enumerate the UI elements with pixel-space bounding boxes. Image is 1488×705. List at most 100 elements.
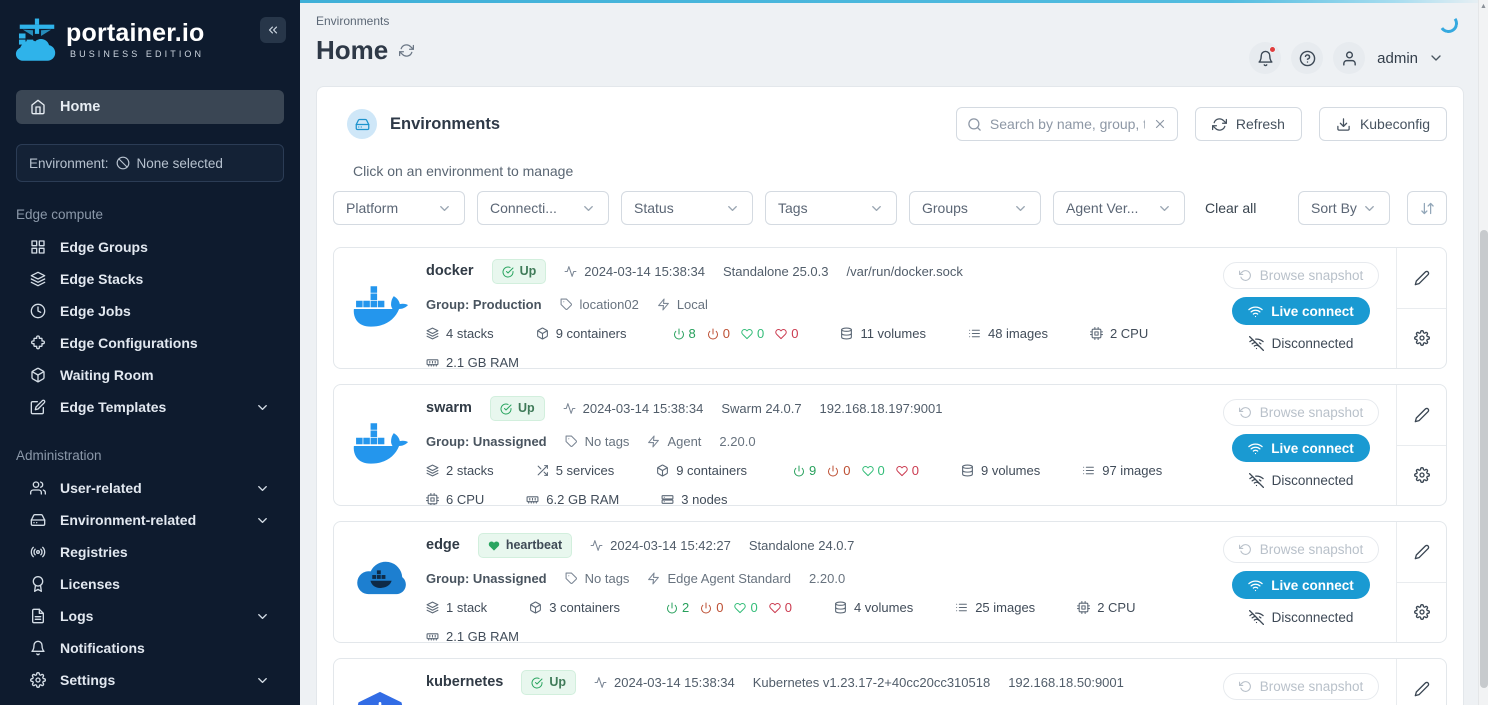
sidebar-item-registries[interactable]: Registries <box>16 536 284 568</box>
filter-label: Agent Ver... <box>1066 200 1138 216</box>
notifications-bell-button[interactable] <box>1249 42 1281 74</box>
browse-snapshot-button[interactable]: Browse snapshot <box>1223 262 1380 289</box>
refresh-icon <box>1212 117 1227 132</box>
status-badge: heartbeat <box>478 533 572 558</box>
stat-3-containers: 3 containers <box>529 599 620 616</box>
wifi-icon <box>1248 441 1263 456</box>
agent-version: 2.20.0 <box>719 433 755 450</box>
docker-logo-icon <box>351 416 409 474</box>
loading-bar <box>300 0 1488 3</box>
environment-card-swarm[interactable]: swarmUp2024-03-14 15:38:34Swarm 24.0.719… <box>333 384 1447 506</box>
sidebar-item-logs[interactable]: Logs <box>16 600 284 632</box>
sidebar-item-edge-jobs[interactable]: Edge Jobs <box>16 295 284 327</box>
slash-icon <box>116 156 130 170</box>
sidebar-item-settings[interactable]: Settings <box>16 664 284 696</box>
sidebar-item-environment-related[interactable]: Environment-related <box>16 504 284 536</box>
sidebar-item-label: Edge Templates <box>60 399 166 415</box>
sidebar-item-waiting-room[interactable]: Waiting Room <box>16 359 284 391</box>
power-icon <box>673 328 685 340</box>
refresh-icon[interactable] <box>399 43 414 58</box>
platform-version: Standalone 24.0.7 <box>749 537 855 554</box>
heart-green-count: 0 <box>741 325 764 342</box>
kubeconfig-button[interactable]: Kubeconfig <box>1319 107 1447 141</box>
sidebar-item-home[interactable]: Home <box>16 90 284 124</box>
scrollbar-up-arrow[interactable]: ▲ <box>1479 0 1488 12</box>
user-avatar[interactable] <box>1333 42 1365 74</box>
filter-platform[interactable]: Platform <box>333 191 465 225</box>
environment-card-docker[interactable]: dockerUp2024-03-14 15:38:34Standalone 25… <box>333 247 1447 369</box>
environment-list: dockerUp2024-03-14 15:38:34Standalone 25… <box>333 247 1447 705</box>
environment-card-edge[interactable]: edgeheartbeat2024-03-14 15:42:27Standalo… <box>333 521 1447 643</box>
sidebar-item-edge-groups[interactable]: Edge Groups <box>16 231 284 263</box>
sidebar-item-label: User-related <box>60 480 142 496</box>
chevron-down-icon <box>869 201 884 216</box>
sort-by-select[interactable]: Sort By <box>1298 191 1390 225</box>
filter-agent-ver[interactable]: Agent Ver... <box>1053 191 1185 225</box>
environments-panel: Environments Refresh Kubeconfig Click on… <box>316 86 1464 705</box>
filter-groups[interactable]: Groups <box>909 191 1041 225</box>
filter-tags[interactable]: Tags <box>765 191 897 225</box>
filter-connecti[interactable]: Connecti... <box>477 191 609 225</box>
layers-icon <box>426 464 439 477</box>
environment-selector[interactable]: Environment: None selected <box>16 144 284 182</box>
scrollbar[interactable]: ▲ <box>1478 0 1488 705</box>
memory-icon <box>426 356 439 369</box>
chevron-down-icon <box>581 201 596 216</box>
environment-settings-button[interactable] <box>1397 583 1446 643</box>
browse-snapshot-button[interactable]: Browse snapshot <box>1223 673 1380 700</box>
browse-snapshot-button[interactable]: Browse snapshot <box>1223 536 1380 563</box>
live-connect-button[interactable]: Live connect <box>1232 434 1370 462</box>
clear-all-button[interactable]: Clear all <box>1205 200 1256 216</box>
help-circle-icon <box>1299 50 1316 67</box>
edit-environment-button[interactable] <box>1397 659 1446 705</box>
sidebar-item-edge-templates[interactable]: Edge Templates <box>16 391 284 423</box>
heart-green-count: 0 <box>862 462 885 479</box>
history-icon <box>1239 269 1252 282</box>
snapshot-time: 2024-03-14 15:38:34 <box>563 400 704 417</box>
live-connect-button[interactable]: Live connect <box>1232 571 1370 599</box>
sidebar-item-edge-stacks[interactable]: Edge Stacks <box>16 263 284 295</box>
chevron-down-icon[interactable] <box>1428 50 1444 66</box>
search-input[interactable] <box>990 116 1145 132</box>
environment-settings-button[interactable] <box>1397 309 1446 369</box>
sidebar-collapse-button[interactable] <box>260 17 286 43</box>
heart-icon <box>741 328 753 340</box>
sidebar-item-licenses[interactable]: Licenses <box>16 568 284 600</box>
sort-order-button[interactable] <box>1407 191 1447 225</box>
browse-snapshot-button[interactable]: Browse snapshot <box>1223 399 1380 426</box>
environment-settings-button[interactable] <box>1397 446 1446 506</box>
power-green-count: 8 <box>673 325 696 342</box>
stat-2-stacks: 2 stacks <box>426 462 494 479</box>
sidebar-item-edge-configurations[interactable]: Edge Configurations <box>16 327 284 359</box>
filter-label: Platform <box>346 200 398 216</box>
sidebar-item-label: Logs <box>60 608 93 624</box>
sidebar-item-label: Edge Groups <box>60 239 148 255</box>
live-connect-button[interactable]: Live connect <box>1232 297 1370 325</box>
history-icon <box>1239 406 1252 419</box>
box-icon <box>30 367 46 383</box>
nodes-icon <box>661 493 674 506</box>
tags: No tags <box>565 570 630 587</box>
filter-status[interactable]: Status <box>621 191 753 225</box>
filter-label: Tags <box>778 200 808 216</box>
breadcrumb[interactable]: Environments <box>316 14 1488 28</box>
sidebar-item-label: Notifications <box>60 640 145 656</box>
edit-environment-button[interactable] <box>1397 385 1446 446</box>
help-button[interactable] <box>1291 42 1323 74</box>
edit-environment-button[interactable] <box>1397 522 1446 583</box>
filter-label: Connecti... <box>490 200 557 216</box>
pencil-icon <box>1414 270 1430 286</box>
heart-filled-icon <box>488 540 500 552</box>
sidebar-item-user-related[interactable]: User-related <box>16 472 284 504</box>
sidebar-item-label: Registries <box>60 544 128 560</box>
environment-card-kubernetes[interactable]: kubernetesUp2024-03-14 15:38:34Kubernete… <box>333 658 1447 705</box>
clear-search-icon[interactable] <box>1153 117 1167 131</box>
sidebar-item-notifications[interactable]: Notifications <box>16 632 284 664</box>
user-name: admin <box>1377 50 1418 67</box>
edit-environment-button[interactable] <box>1397 248 1446 309</box>
snapshot-time: 2024-03-14 15:38:34 <box>594 674 735 691</box>
disconnected-status: Disconnected <box>1249 610 1354 625</box>
scrollbar-thumb[interactable] <box>1480 230 1488 688</box>
refresh-button[interactable]: Refresh <box>1195 107 1302 141</box>
environment-address: /var/run/docker.sock <box>847 263 963 280</box>
